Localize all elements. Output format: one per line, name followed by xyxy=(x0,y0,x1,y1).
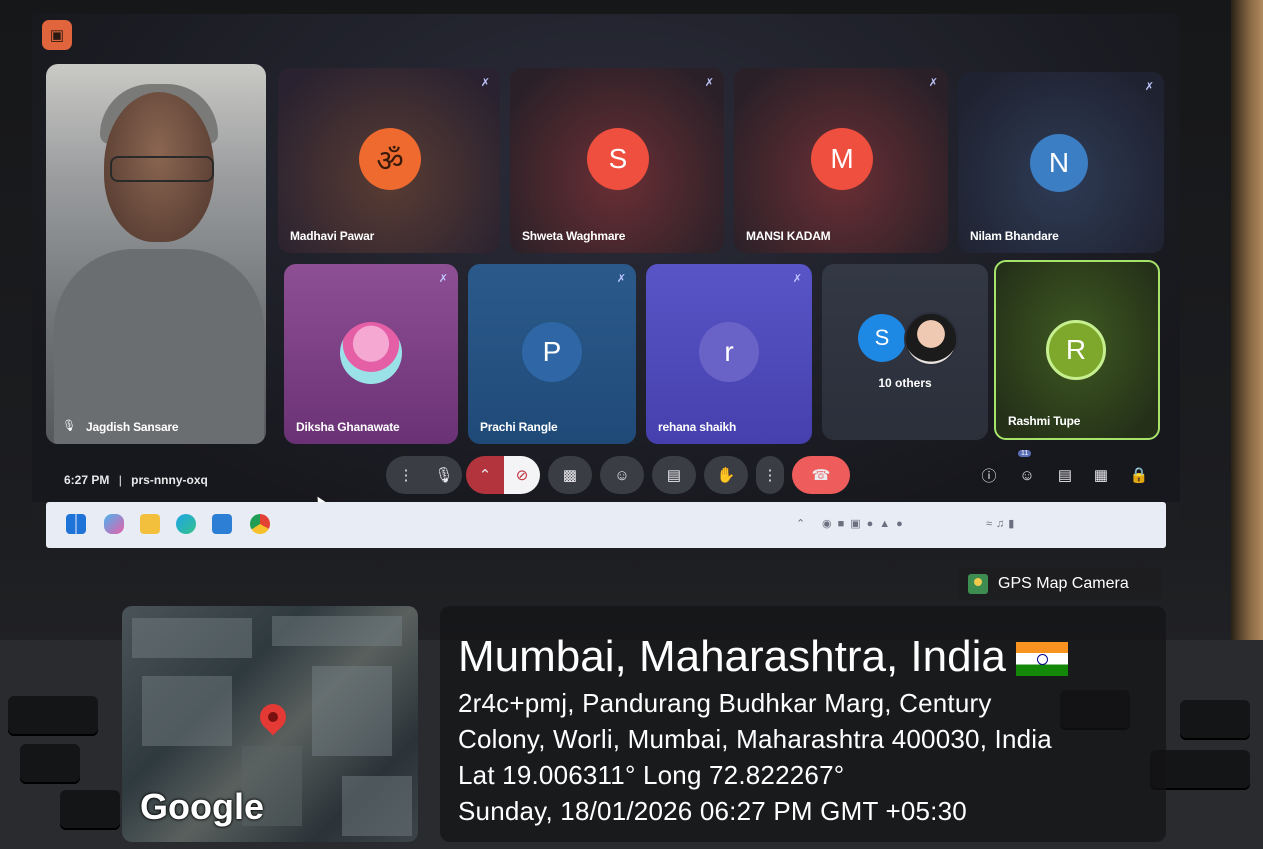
meet-window: ▣ 🎙 Jagdish Sansare ✗ ॐ Madhavi Pawar ✗ … xyxy=(32,14,1180,508)
meeting-code: prs-nnny-oxq xyxy=(131,473,208,487)
location-info-panel: Mumbai, Maharashtra, India 2r4c+pmj, Pan… xyxy=(440,606,1166,842)
participant-tile[interactable]: ✗ P Prachi Rangle xyxy=(468,264,636,444)
participant-name: Prachi Rangle xyxy=(480,420,558,434)
gps-camera-label: GPS Map Camera xyxy=(998,575,1129,592)
address-line-1: 2r4c+pmj, Pandurang Budhkar Marg, Centur… xyxy=(458,688,992,718)
others-count-label: 10 others xyxy=(878,376,932,390)
avatar: M xyxy=(811,128,873,190)
meeting-time: 6:27 PM xyxy=(64,473,110,487)
mic-off-icon: ✗ xyxy=(438,273,448,285)
mic-icon: 🎙 xyxy=(62,420,76,432)
captions-icon: ▤ xyxy=(666,467,682,484)
host-controls-button[interactable]: 🔒 xyxy=(1126,462,1152,488)
meet-app-icon[interactable]: ▣ xyxy=(42,20,72,50)
coordinates: Lat 19.006311° Long 72.822267° xyxy=(458,760,845,790)
address-line-2: Colony, Worli, Mumbai, Maharashtra 40003… xyxy=(458,724,1052,754)
lock-person-icon: 🔒 xyxy=(1129,467,1149,484)
participant-name: Nilam Bhandare xyxy=(970,229,1059,243)
raised-hands-count-badge: 11 xyxy=(1018,450,1032,457)
emoji-icon: ☺ xyxy=(614,466,630,484)
mic-off-icon: ✗ xyxy=(928,77,938,89)
activities-button[interactable]: ▦ xyxy=(1088,462,1114,488)
datetime: Sunday, 18/01/2026 06:27 PM GMT +05:30 xyxy=(458,796,967,826)
windows-taskbar: ⌃ ◉■▣●▲● ≈♫▮ xyxy=(46,502,1166,548)
captions-button[interactable]: ▤ xyxy=(652,456,696,494)
participant-name: Jagdish Sansare xyxy=(86,420,179,434)
participant-tile[interactable]: ✗ S Shweta Waghmare xyxy=(510,68,724,253)
participant-tile-video[interactable]: 🎙 Jagdish Sansare xyxy=(46,64,266,444)
chevron-up-icon: ⌃ xyxy=(478,467,492,484)
avatar: P xyxy=(522,322,582,382)
raise-hand-button[interactable]: ✋ xyxy=(704,456,748,494)
more-options-button[interactable]: ⋮ xyxy=(756,456,784,494)
file-explorer-icon[interactable] xyxy=(140,514,160,534)
apps-grid-icon: ▦ xyxy=(1093,467,1109,484)
avatar: ॐ xyxy=(359,128,421,190)
meeting-details-button[interactable]: ⓘ xyxy=(976,462,1002,488)
participant-tile[interactable]: ✗ r rehana shaikh xyxy=(646,264,812,444)
avatar-photo xyxy=(904,312,958,366)
gps-camera-badge: GPS Map Camera xyxy=(958,568,1162,600)
location-map: Google xyxy=(122,606,418,842)
laptop-screen: ▣ 🎙 Jagdish Sansare ✗ ॐ Madhavi Pawar ✗ … xyxy=(32,14,1180,554)
participant-name: Madhavi Pawar xyxy=(290,229,375,243)
chat-icon: ▤ xyxy=(1057,467,1073,484)
windows-start-icon[interactable] xyxy=(66,514,86,534)
location-title: Mumbai, Maharashtra, India xyxy=(458,632,1068,682)
participant-name: Diksha Ghanawate xyxy=(296,420,400,434)
tray-icons: ◉■▣●▲● xyxy=(822,518,909,530)
info-icon: ⓘ xyxy=(981,467,997,485)
reactions-button[interactable]: ☺ xyxy=(600,456,644,494)
avatar: S xyxy=(858,314,906,362)
avatar: R xyxy=(1046,320,1106,380)
mic-off-icon: ✗ xyxy=(704,77,714,89)
edge-browser-icon[interactable] xyxy=(176,514,196,534)
people-icon: ☺ xyxy=(1019,466,1035,484)
avatar: N xyxy=(1030,134,1088,192)
chat-button[interactable]: ▤ xyxy=(1052,462,1078,488)
participant-tile-active[interactable]: R Rashmi Tupe xyxy=(994,260,1160,440)
mic-off-icon: ✗ xyxy=(480,77,490,89)
mic-off-icon: ✗ xyxy=(792,273,802,285)
participant-tile[interactable]: ✗ M MANSI KADAM xyxy=(734,68,948,253)
map-provider-logo: Google xyxy=(140,786,264,827)
participant-video-feed xyxy=(54,249,264,444)
more-vert-icon: ⋮ xyxy=(762,467,778,484)
microphone-button[interactable]: 🎙 xyxy=(426,456,462,494)
avatar xyxy=(340,322,402,384)
camera-options-button[interactable]: ⌃ xyxy=(466,456,504,494)
phone-hangup-icon: ☎ xyxy=(811,467,831,484)
tray-network-icons: ≈♫▮ xyxy=(986,518,1019,530)
camera-off-icon: ⊘ xyxy=(515,467,529,484)
avatar: S xyxy=(587,128,649,190)
participant-name: Rashmi Tupe xyxy=(1008,414,1081,428)
camera-off-button[interactable]: ⊘ xyxy=(504,456,540,494)
participant-tile[interactable]: ✗ ॐ Madhavi Pawar xyxy=(278,68,500,253)
participant-name: Shweta Waghmare xyxy=(522,229,626,243)
mic-icon: 🎙 xyxy=(434,467,454,484)
present-button[interactable]: ▩ xyxy=(548,456,592,494)
hand-icon: ✋ xyxy=(716,467,736,484)
leave-call-button[interactable]: ☎ xyxy=(792,456,850,494)
gps-camera-app-icon xyxy=(968,574,988,594)
participant-name: MANSI KADAM xyxy=(746,229,831,243)
participant-tile[interactable]: ✗ Diksha Ghanawate xyxy=(284,264,458,444)
location-pin-icon xyxy=(254,698,292,736)
participant-tile[interactable]: ✗ N Nilam Bhandare xyxy=(958,72,1164,253)
meeting-info: 6:27 PM | prs-nnny-oxq xyxy=(64,473,208,487)
mic-off-icon: ✗ xyxy=(1144,81,1154,93)
people-button[interactable]: ☺ 11 xyxy=(1014,450,1040,488)
chrome-icon[interactable] xyxy=(250,514,270,534)
copilot-icon[interactable] xyxy=(104,514,124,534)
avatar: r xyxy=(699,322,759,382)
others-tile[interactable]: S 10 others xyxy=(822,264,988,440)
tray-chevron-icon[interactable]: ⌃ xyxy=(796,517,805,530)
present-icon: ▩ xyxy=(562,467,578,484)
india-flag-icon xyxy=(1015,642,1068,677)
mic-off-icon: ✗ xyxy=(616,273,626,285)
participant-name: rehana shaikh xyxy=(658,420,737,434)
store-icon[interactable] xyxy=(212,514,232,534)
audio-settings-button[interactable]: ⋮ xyxy=(386,456,426,494)
